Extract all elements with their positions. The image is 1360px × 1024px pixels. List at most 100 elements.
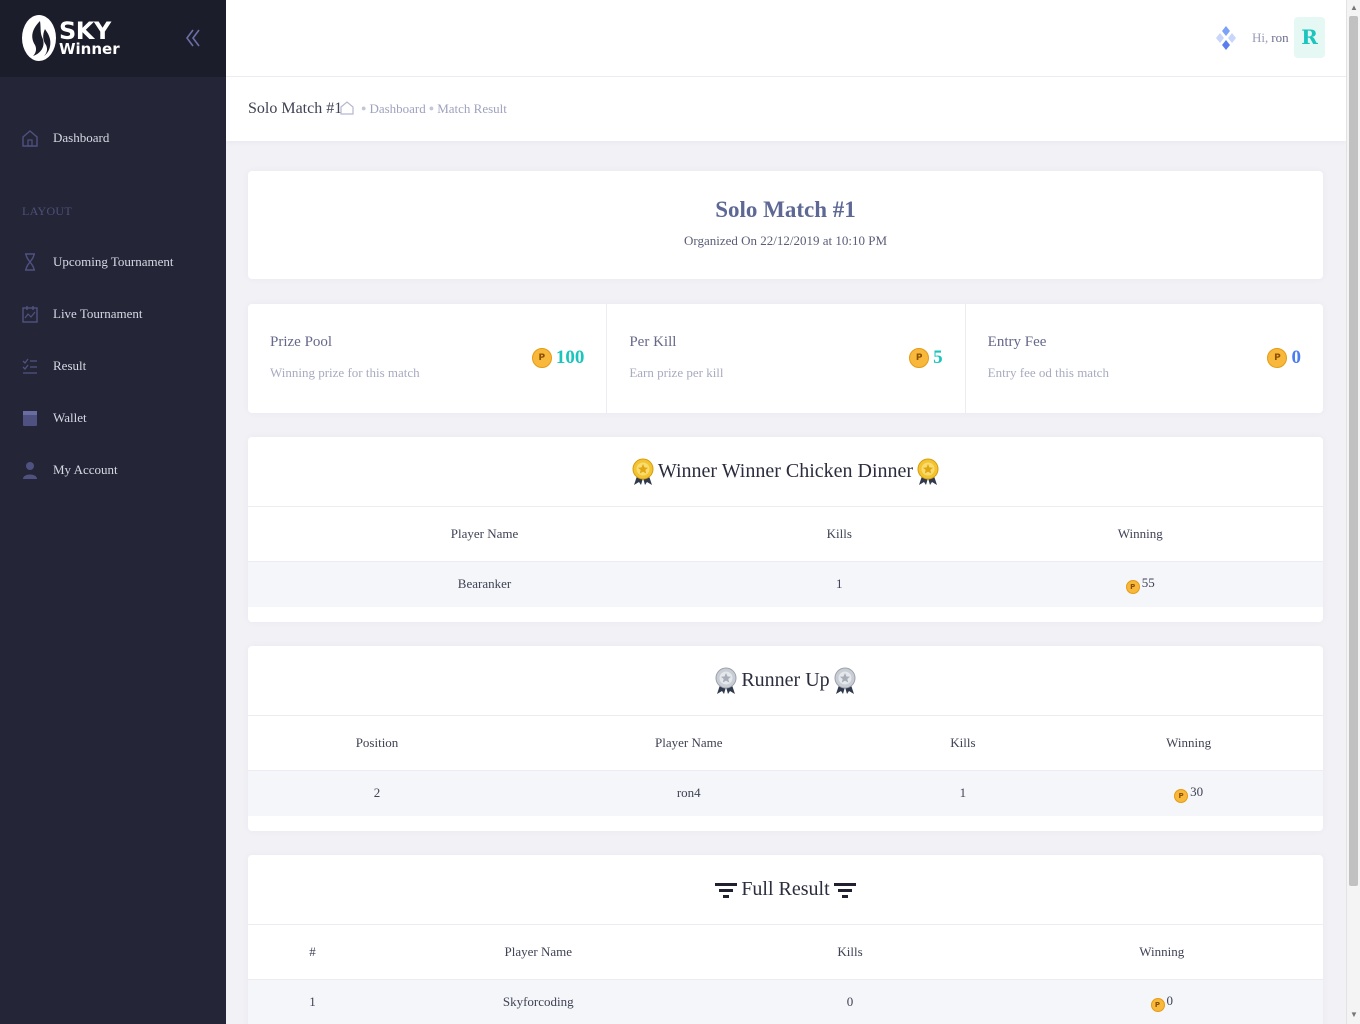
- stat-subtitle: Earn prize per kill: [629, 365, 724, 380]
- brand-logo[interactable]: SKY Winner: [22, 15, 120, 61]
- username: ron: [1271, 30, 1289, 45]
- avatar[interactable]: R: [1294, 17, 1325, 58]
- home-breadcrumb-icon[interactable]: [340, 100, 354, 116]
- runner-up-heading-text: Runner Up: [741, 669, 830, 691]
- stat-amount: 5: [933, 347, 943, 368]
- diamond-icon[interactable]: [1216, 26, 1236, 50]
- row-index: 1: [248, 979, 377, 1024]
- column-header: Kills: [721, 507, 958, 562]
- silver-medal-icon: [715, 667, 737, 694]
- winner-heading-text: Winner Winner Chicken Dinner: [657, 460, 914, 482]
- winning-amount: 30: [1190, 783, 1204, 799]
- sidebar-item-dashboard[interactable]: Dashboard: [0, 120, 226, 156]
- sidebar-item-label: My Account: [53, 462, 118, 477]
- column-header: #: [248, 925, 377, 980]
- table-row: 2 ron4 1 P 30: [248, 770, 1323, 816]
- column-header: Player Name: [377, 925, 700, 980]
- runner-up-heading: Runner Up: [248, 646, 1323, 716]
- sidebar: SKY Winner Dashboard LAYOUT Upcoming Tou…: [0, 0, 226, 1024]
- coin-icon: P: [1267, 348, 1288, 368]
- column-header: Winning: [1054, 716, 1323, 771]
- full-result-table: # Player Name Kills Winning 1 Skyforcodi…: [248, 925, 1323, 1024]
- player-name: Skyforcoding: [377, 979, 700, 1024]
- match-organized-date: Organized On 22/12/2019 at 10:10 PM: [683, 233, 888, 248]
- greeting-text: Hi,: [1252, 30, 1269, 45]
- column-header: Winning: [957, 507, 1323, 562]
- top-header: [226, 0, 1346, 77]
- breadcrumb-match-result[interactable]: Match Result: [437, 101, 507, 116]
- column-header: Player Name: [248, 507, 721, 562]
- silver-medal-icon: [834, 667, 856, 694]
- breadcrumb: ● Dashboard ● Match Result: [361, 101, 507, 116]
- sidebar-item-upcoming-tournament[interactable]: Upcoming Tournament: [0, 244, 226, 280]
- stat-per-kill: Per Kill Earn prize per kill P5: [606, 304, 964, 413]
- sidebar-item-label: Wallet: [53, 410, 87, 425]
- sidebar-item-wallet[interactable]: Wallet: [0, 400, 226, 436]
- stat-value: P0: [1267, 347, 1301, 369]
- stat-prize-pool: Prize Pool Winning prize for this match …: [248, 304, 606, 413]
- coin-icon: P: [531, 348, 552, 368]
- coin-icon: P: [909, 348, 930, 368]
- winning: P 55: [957, 561, 1323, 607]
- scroll-up-arrow-icon[interactable]: ▲: [1350, 3, 1358, 12]
- sidebar-item-live-tournament[interactable]: Live Tournament: [0, 296, 226, 332]
- player-name: ron4: [506, 770, 872, 816]
- flame-logo-icon: [22, 15, 56, 61]
- sidebar-item-label: Upcoming Tournament: [53, 254, 174, 269]
- table-row: Bearanker 1 P 55: [248, 561, 1323, 607]
- column-header: Position: [248, 716, 506, 771]
- winner-heading: Winner Winner Chicken Dinner: [248, 437, 1323, 507]
- gold-medal-icon: [917, 458, 939, 485]
- stat-amount: 0: [1291, 347, 1301, 368]
- winning: P0: [1000, 979, 1323, 1024]
- sidebar-collapse-button[interactable]: [183, 24, 207, 52]
- wallet-icon: [23, 411, 37, 426]
- stat-subtitle: Entry fee od this match: [987, 365, 1109, 380]
- scrollbar-thumb[interactable]: [1349, 16, 1358, 886]
- position: 2: [248, 770, 506, 816]
- sidebar-item-my-account[interactable]: My Account: [0, 452, 226, 488]
- sidebar-item-label: Live Tournament: [53, 306, 143, 321]
- kills: 1: [721, 561, 958, 607]
- player-name: Bearanker: [248, 561, 721, 607]
- full-result-heading-text: Full Result: [741, 878, 830, 900]
- coin-icon: P: [1174, 788, 1189, 803]
- stat-title: Per Kill: [629, 334, 677, 350]
- stat-value: P 100: [531, 347, 585, 369]
- winning-amount: 55: [1141, 574, 1155, 590]
- winning: P 30: [1054, 770, 1323, 816]
- runner-up-card: Runner Up Position Player Name Kills Win…: [248, 646, 1323, 831]
- hourglass-icon: [25, 253, 35, 271]
- breadcrumb-dashboard[interactable]: Dashboard: [369, 101, 425, 116]
- nav-section-label: LAYOUT: [22, 204, 73, 218]
- winner-table: Player Name Kills Winning Bearanker 1 P5…: [248, 507, 1323, 607]
- column-header: Winning: [1000, 925, 1323, 980]
- sidebar-item-result[interactable]: Result: [0, 348, 226, 384]
- scroll-down-arrow-icon[interactable]: ▼: [1350, 1010, 1358, 1019]
- stat-title: Entry Fee: [987, 334, 1047, 350]
- stat-amount: 100: [555, 347, 585, 368]
- column-header: Kills: [871, 716, 1055, 771]
- coin-icon: P: [1150, 997, 1165, 1012]
- sidebar-item-label: Dashboard: [53, 130, 110, 145]
- match-stats-card: Prize Pool Winning prize for this match …: [248, 304, 1323, 413]
- stat-title: Prize Pool: [270, 334, 333, 350]
- page-scrollbar[interactable]: ▲ ▼: [1346, 0, 1360, 1024]
- user-greeting[interactable]: Hi, ron: [1252, 30, 1289, 46]
- winning-amount: 0: [1166, 992, 1174, 1008]
- list-check-icon: [22, 358, 37, 374]
- page-title: Solo Match #1: [248, 100, 343, 117]
- column-header: Kills: [699, 925, 1001, 980]
- user-icon: [23, 462, 37, 479]
- full-result-card: Full Result # Player Name Kills Winning …: [248, 855, 1323, 1024]
- kills: 1: [871, 770, 1055, 816]
- runner-up-table: Position Player Name Kills Winning 2 ron…: [248, 716, 1323, 816]
- calendar-chart-icon: [22, 306, 38, 323]
- kills: 0: [699, 979, 1001, 1024]
- match-title-card: Solo Match #1 Organized On 22/12/2019 at…: [248, 171, 1323, 279]
- stat-subtitle: Winning prize for this match: [270, 365, 420, 380]
- match-title: Solo Match #1: [715, 197, 856, 222]
- filter-icon: [833, 882, 856, 898]
- brand-line2: Winner: [59, 40, 120, 58]
- winner-card: Winner Winner Chicken Dinner Player Name…: [248, 437, 1323, 622]
